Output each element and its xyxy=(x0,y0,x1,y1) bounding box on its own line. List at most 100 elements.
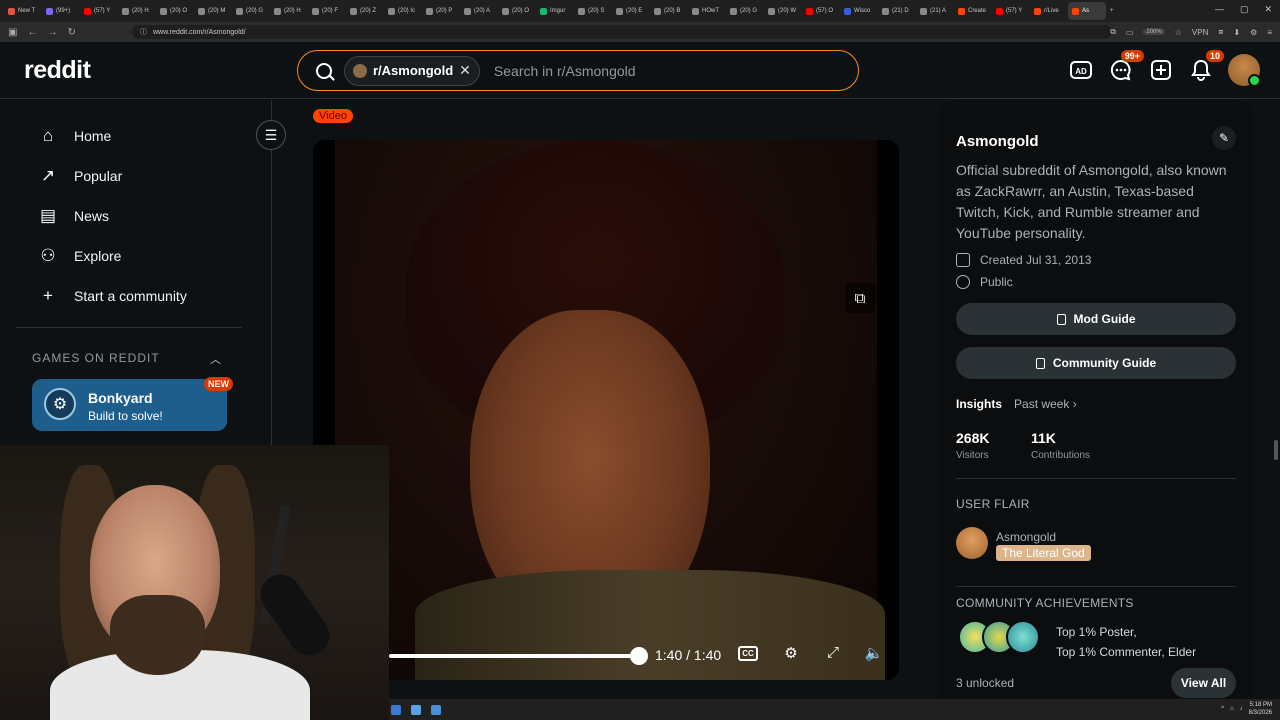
browser-tab[interactable]: (20) O xyxy=(498,2,536,20)
tab-favicon-icon xyxy=(426,7,433,15)
user-avatar[interactable] xyxy=(1228,54,1261,87)
new-tab-button[interactable]: + xyxy=(1106,2,1120,20)
tab-favicon-icon xyxy=(1072,7,1079,15)
close-window-icon[interactable]: ✕ xyxy=(1264,4,1272,15)
address-field[interactable]: ⓘ www.reddit.com/r/Asmongold/ xyxy=(132,25,1112,39)
tab-favicon-icon xyxy=(122,7,129,15)
taskbar-clock[interactable]: 5:18 PM 8/3/2026 xyxy=(1249,701,1272,717)
sidebar-toggle-icon[interactable]: ▣ xyxy=(8,27,17,38)
browser-tab[interactable]: r/Live xyxy=(1030,2,1068,20)
browser-tab[interactable]: As xyxy=(1068,2,1106,20)
browser-tab[interactable]: (20) F xyxy=(308,2,346,20)
browser-tab[interactable]: (20) M xyxy=(194,2,232,20)
zoom-level[interactable]: 200% xyxy=(1143,29,1165,35)
site-info-icon[interactable]: ⓘ xyxy=(140,27,147,37)
back-icon[interactable]: ← xyxy=(27,27,37,38)
download-icon[interactable]: ⬇ xyxy=(1233,28,1240,37)
bookmark-icon[interactable]: ☆ xyxy=(1175,28,1182,37)
minimize-icon[interactable]: — xyxy=(1215,4,1224,15)
network-icon[interactable]: ⌂ xyxy=(1230,706,1234,712)
browser-tab[interactable]: (20) G xyxy=(232,2,270,20)
page-scrollbar[interactable] xyxy=(1272,100,1280,700)
tab-label: (20) F xyxy=(322,8,339,14)
forward-icon[interactable]: → xyxy=(47,27,57,38)
screenshot-icon[interactable]: ⧉ xyxy=(1110,27,1116,37)
sidebar-item-news[interactable]: ▤ News xyxy=(38,206,109,226)
taskbar-steam-icon[interactable] xyxy=(411,704,421,715)
browser-tab[interactable]: (20) P xyxy=(422,2,460,20)
fullscreen-icon[interactable]: ⤢ xyxy=(822,644,844,661)
browser-tab[interactable]: Wisco xyxy=(840,2,878,20)
menu-icon[interactable]: ≡ xyxy=(1267,28,1272,37)
extension-icon[interactable]: ⧈ xyxy=(1218,27,1223,37)
community-guide-button[interactable]: Community Guide xyxy=(956,347,1236,379)
user-flair-tag[interactable]: The Literal God xyxy=(996,545,1091,561)
chevron-up-icon[interactable]: ︿ xyxy=(210,351,221,367)
reload-icon[interactable]: ↻ xyxy=(67,27,75,38)
browser-tab[interactable]: (57) Y xyxy=(80,2,118,20)
settings-icon[interactable]: ⚙ xyxy=(1250,28,1257,37)
search-bar[interactable]: r/Asmongold ✕ Search in r/Asmongold xyxy=(297,50,859,91)
browser-tab[interactable]: (20) G xyxy=(726,2,764,20)
browser-tab[interactable]: (20) O xyxy=(156,2,194,20)
post-flair[interactable]: Video xyxy=(313,109,353,123)
create-post-icon[interactable] xyxy=(1148,57,1174,83)
news-icon: ▤ xyxy=(39,206,57,225)
picture-in-picture-icon[interactable]: ⧉ xyxy=(845,283,875,313)
advertise-icon[interactable]: AD xyxy=(1068,57,1094,83)
clear-chip-icon[interactable]: ✕ xyxy=(459,62,471,79)
browser-tab[interactable]: (20) A xyxy=(460,2,498,20)
reader-icon[interactable]: ▭ xyxy=(1126,28,1134,37)
tab-favicon-icon xyxy=(692,7,699,15)
browser-tab[interactable]: (20) H xyxy=(118,2,156,20)
video-player[interactable]: ⧉ 1:40 / 1:40 CC ⚙ ⤢ 🔈 xyxy=(313,140,899,680)
browser-tab[interactable]: (99+) xyxy=(42,2,80,20)
captions-icon[interactable]: CC xyxy=(738,646,758,661)
sidebar-item-start-community[interactable]: + Start a community xyxy=(38,286,187,306)
sidebar-item-explore[interactable]: ⚇ Explore xyxy=(38,246,121,266)
browser-tab[interactable]: (57) O xyxy=(802,2,840,20)
tray-chevron-icon[interactable]: ^ xyxy=(1221,706,1224,712)
explore-icon: ⚇ xyxy=(40,246,56,265)
taskbar-app-icon[interactable] xyxy=(391,704,401,715)
notifications-icon[interactable]: 10 xyxy=(1188,50,1224,83)
sidebar-item-popular[interactable]: ↗ Popular xyxy=(38,166,122,186)
insights-period-selector[interactable]: Past week › xyxy=(1014,397,1077,411)
browser-tab[interactable]: (20) E xyxy=(612,2,650,20)
achievement-badges[interactable] xyxy=(958,620,1040,654)
video-settings-icon[interactable]: ⚙ xyxy=(780,644,802,662)
maximize-icon[interactable]: ▢ xyxy=(1240,4,1249,15)
video-progress-knob[interactable] xyxy=(630,647,648,665)
browser-tab[interactable]: Create xyxy=(954,2,992,20)
browser-tab[interactable]: New T xyxy=(4,2,42,20)
browser-tab[interactable]: (21) D xyxy=(878,2,916,20)
edit-pencil-icon[interactable]: ✎ xyxy=(1212,126,1236,150)
reddit-logo[interactable]: reddit xyxy=(24,56,91,85)
games-section-title[interactable]: GAMES ON REDDIT xyxy=(32,351,160,365)
search-input[interactable]: Search in r/Asmongold xyxy=(494,63,636,79)
browser-tab[interactable]: (57) Y xyxy=(992,2,1030,20)
volume-icon[interactable]: 🔈 xyxy=(863,644,885,662)
browser-tab[interactable]: Imgur xyxy=(536,2,574,20)
browser-tab[interactable]: (20) W xyxy=(764,2,802,20)
scrollbar-thumb[interactable] xyxy=(1274,440,1278,460)
sidebar-item-home[interactable]: ⌂ Home xyxy=(38,126,112,146)
subreddit-chip[interactable]: r/Asmongold ✕ xyxy=(344,55,480,86)
browser-tab[interactable]: (20) Z xyxy=(346,2,384,20)
browser-tab[interactable]: (20) S xyxy=(574,2,612,20)
browser-tab[interactable]: HOwT xyxy=(688,2,726,20)
mod-guide-button[interactable]: Mod Guide xyxy=(956,303,1236,335)
browser-tab[interactable]: (20) Ic xyxy=(384,2,422,20)
taskbar-app-icon[interactable] xyxy=(431,704,441,715)
speaker-icon[interactable]: ♪ xyxy=(1240,706,1243,712)
video-progress-bar[interactable] xyxy=(389,647,648,665)
browser-tab[interactable]: (21) A xyxy=(916,2,954,20)
browser-tab[interactable]: (20) B xyxy=(650,2,688,20)
game-card-bonkyard[interactable]: ⚙ Bonkyard Build to solve! xyxy=(32,379,227,431)
view-all-button[interactable]: View All xyxy=(1171,668,1236,698)
browser-tab[interactable]: (20) H xyxy=(270,2,308,20)
vpn-button[interactable]: VPN xyxy=(1192,28,1208,37)
chat-icon[interactable]: 99+ xyxy=(1108,50,1144,83)
popular-icon: ↗ xyxy=(40,166,56,185)
collapse-menu-button[interactable]: ☰ xyxy=(256,120,286,150)
